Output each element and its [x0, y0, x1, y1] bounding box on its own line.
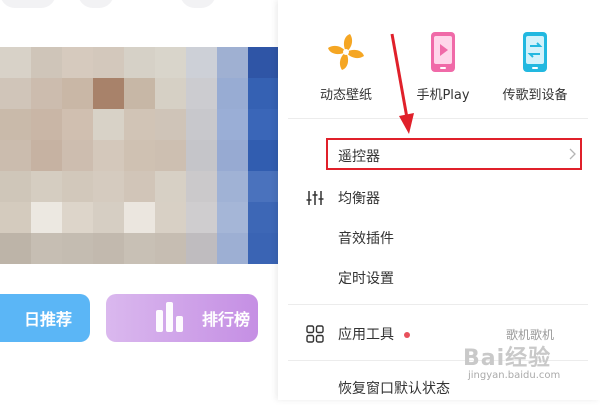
- top-tab-pill[interactable]: [78, 0, 114, 8]
- phone-play-icon: [421, 30, 465, 74]
- phone-transfer-icon: [513, 30, 557, 74]
- pinwheel-icon: [324, 30, 368, 74]
- notification-dot: [404, 332, 410, 338]
- bar-chart-icon: [150, 298, 190, 338]
- divider: [288, 118, 588, 119]
- menu-item-label: 均衡器: [338, 191, 380, 207]
- tile-transfer-songs[interactable]: 传歌到设备: [485, 30, 585, 103]
- menu-item-label: 音效插件: [338, 231, 394, 247]
- daily-recommend-label: 日推荐: [23, 310, 72, 329]
- watermark-url: jingyan.baidu.com: [468, 370, 561, 381]
- menu-item-label: 恢复窗口默认状态: [338, 381, 450, 397]
- menu-item-label: 应用工具: [338, 327, 394, 343]
- menu-item-label-wrap: 应用工具: [338, 324, 410, 344]
- ranking-button[interactable]: 排行榜: [106, 294, 258, 342]
- tile-label: 传歌到设备: [502, 88, 568, 103]
- watermark-logo: Bai经验: [463, 346, 552, 371]
- annotation-arrow: [390, 33, 414, 134]
- menu-item-label: 定时设置: [338, 271, 394, 287]
- equalizer-icon: [306, 191, 324, 205]
- menu-item-equalizer[interactable]: 均衡器: [278, 180, 600, 216]
- background-content-panel: 日推荐 排行榜: [0, 0, 278, 400]
- annotation-highlight-box: [326, 138, 582, 170]
- menu-item-timer-settings[interactable]: 定时设置: [278, 260, 600, 296]
- ranking-label: 排行榜: [202, 310, 251, 329]
- top-tab-pill[interactable]: [180, 0, 216, 8]
- grid-icon: [306, 325, 324, 343]
- blurred-album-cover[interactable]: [0, 47, 278, 264]
- top-tab-pill[interactable]: [0, 0, 56, 8]
- menu-item-sound-plugins[interactable]: 音效插件: [278, 220, 600, 256]
- divider: [288, 304, 588, 305]
- daily-recommend-button[interactable]: 日推荐: [0, 294, 90, 342]
